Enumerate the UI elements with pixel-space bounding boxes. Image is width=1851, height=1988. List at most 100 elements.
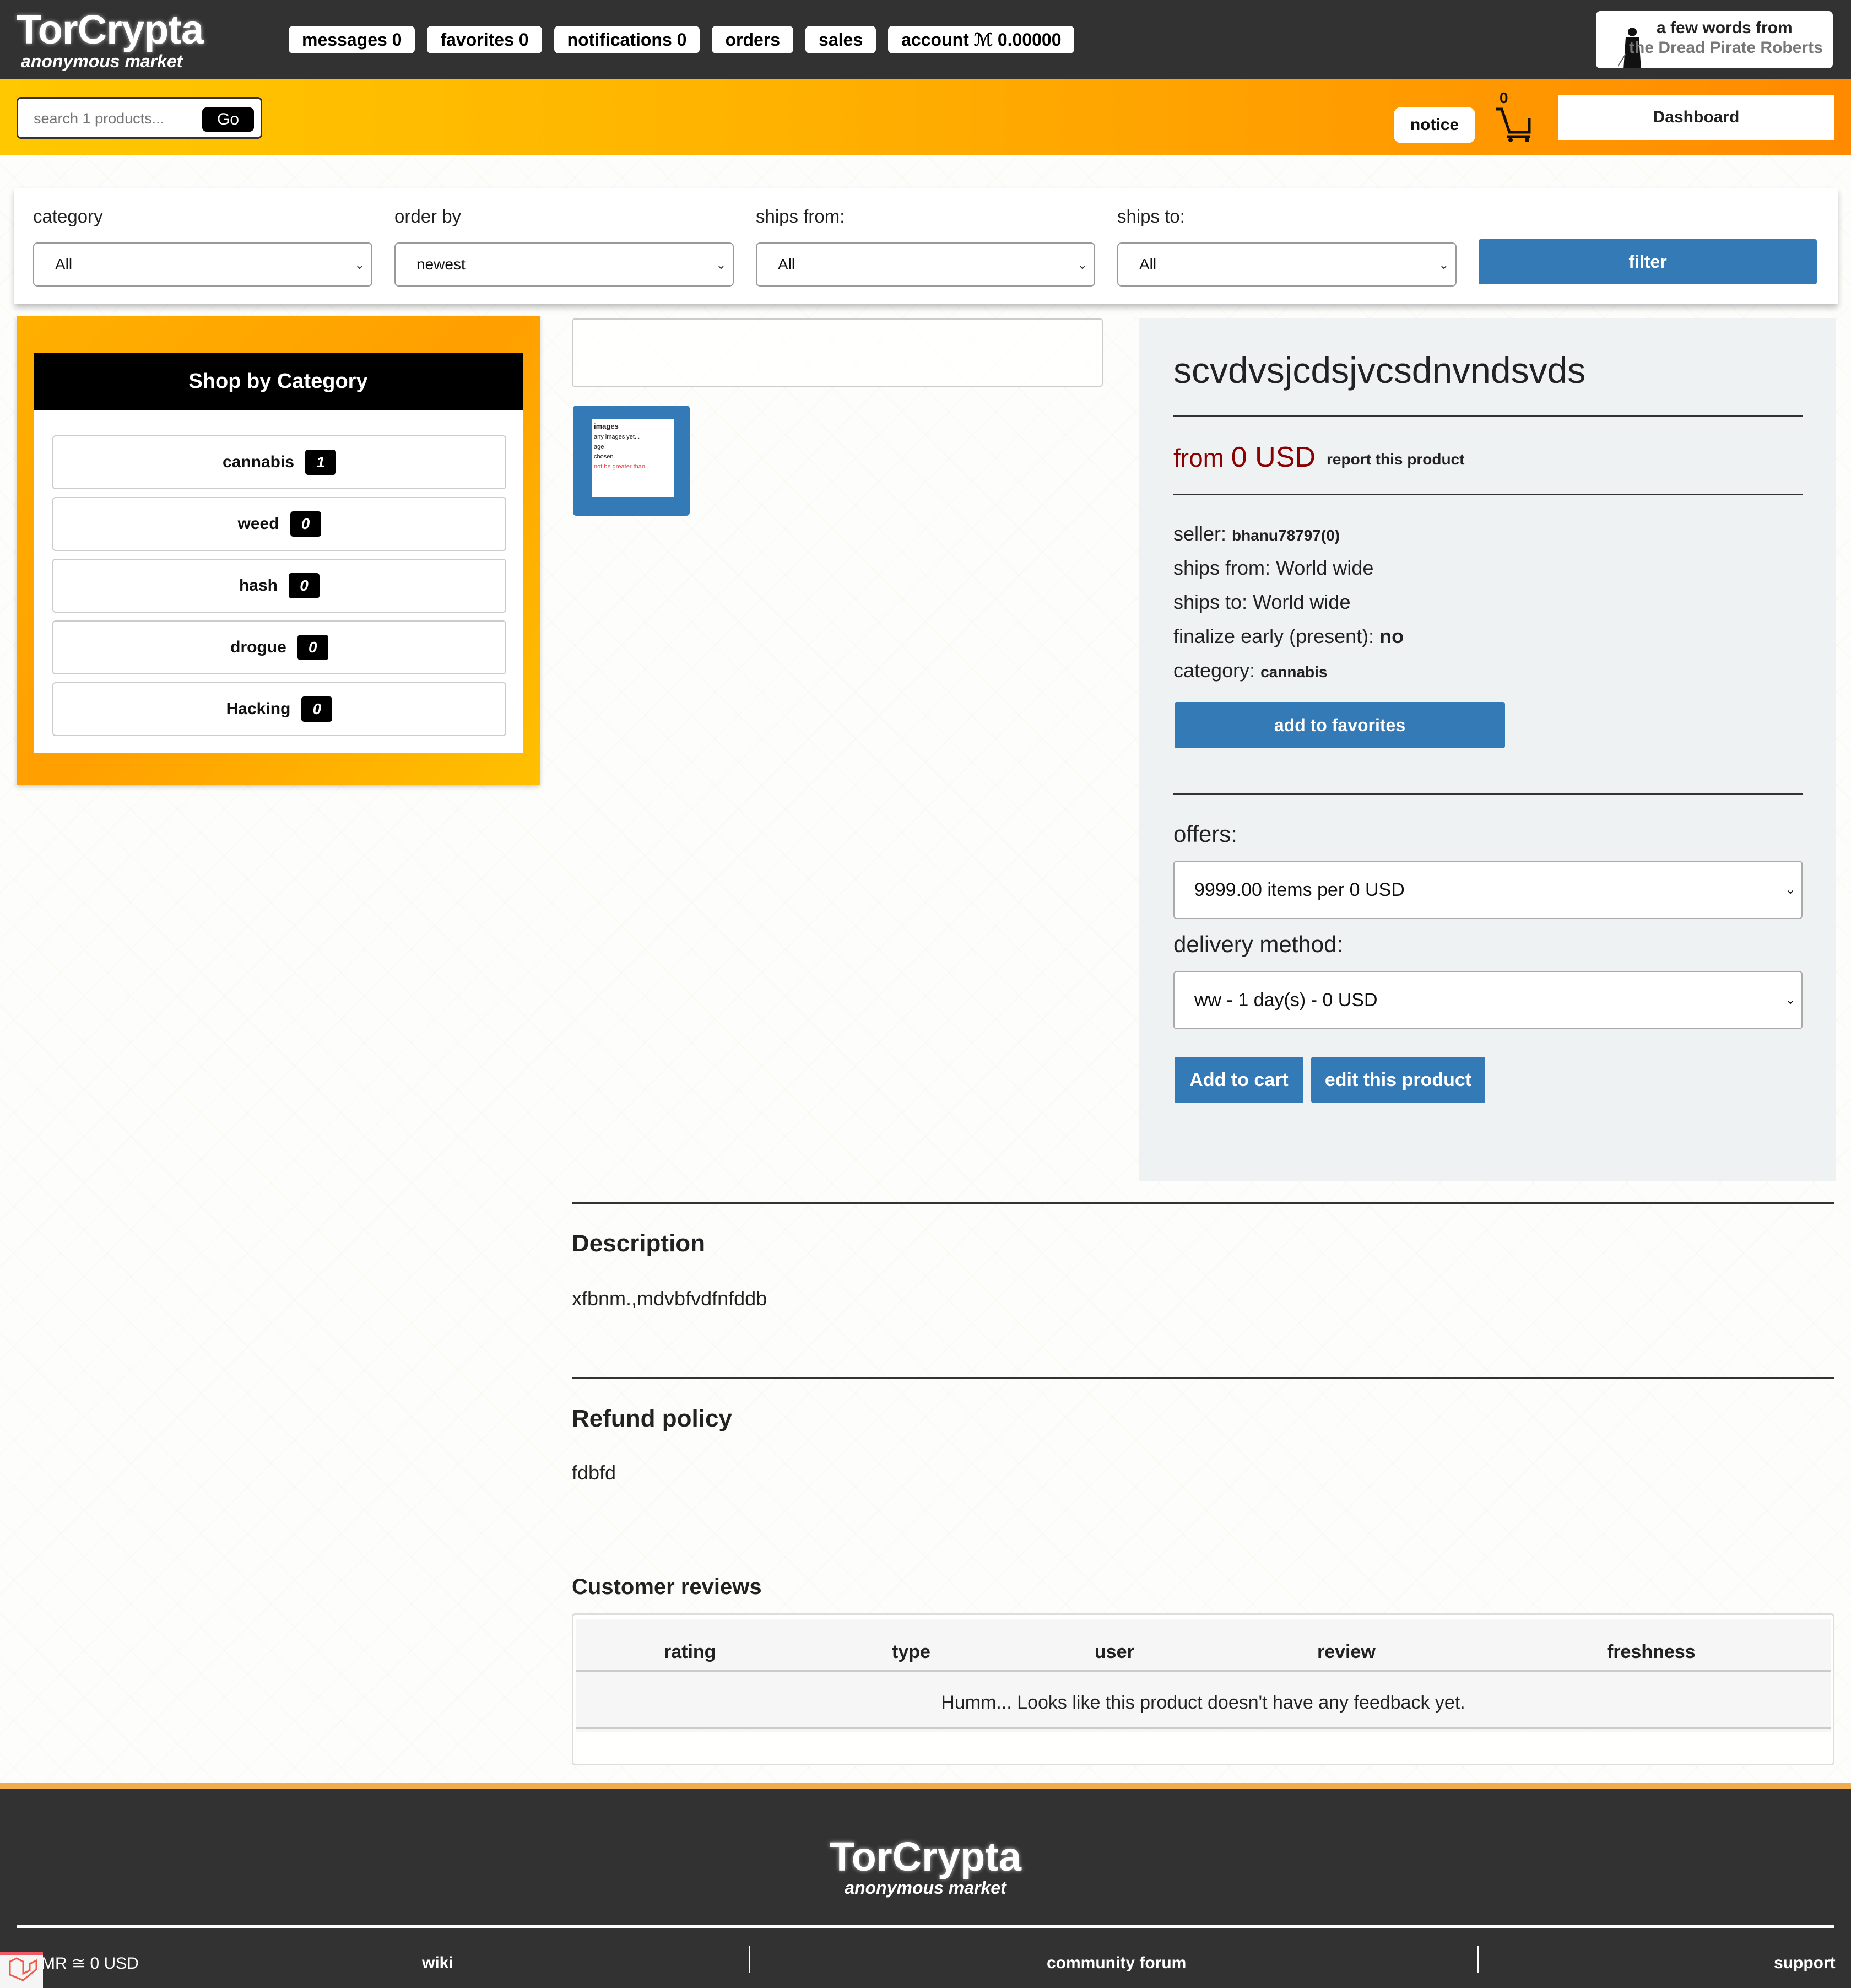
chevron-down-icon: ⌄ xyxy=(1438,258,1449,272)
nav-sales[interactable]: sales xyxy=(805,26,876,53)
category-select[interactable]: All ⌄ xyxy=(33,242,372,287)
add-to-cart-button[interactable]: Add to cart xyxy=(1175,1057,1303,1103)
reviews-table: rating type user review freshness Humm..… xyxy=(572,1613,1834,1765)
footer-separator xyxy=(1477,1946,1479,1973)
category-label: category: xyxy=(1173,659,1261,682)
category-count-badge: 0 xyxy=(290,511,321,537)
chevron-down-icon: ⌄ xyxy=(1077,258,1087,272)
footer-link-wiki[interactable]: wiki xyxy=(422,1954,453,1973)
description-heading: Description xyxy=(572,1230,706,1257)
dpr-line1: a few words from xyxy=(1657,19,1793,37)
seller-label: seller: xyxy=(1173,522,1232,545)
order-by-select-value: newest xyxy=(416,256,466,273)
top-bar: TorCrypta anonymous market messages 0 fa… xyxy=(0,0,1851,79)
product-price: from 0 USD xyxy=(1173,441,1316,474)
dpr-line2: the Dread Pirate Roberts xyxy=(1629,39,1823,57)
ships-to-select-value: All xyxy=(1139,256,1157,273)
offers-select[interactable]: 9999.00 items per 0 USD ⌄ xyxy=(1173,861,1803,919)
edit-product-button[interactable]: edit this product xyxy=(1311,1057,1485,1103)
nav-messages[interactable]: messages 0 xyxy=(289,26,415,53)
category-item-weed[interactable]: weed 0 xyxy=(52,497,506,551)
category-name: weed xyxy=(237,515,279,533)
thumb-line: any images yet... xyxy=(594,434,640,440)
reviews-table-body: rating type user review freshness Humm..… xyxy=(576,1619,1831,1732)
delivery-method-select[interactable]: ww - 1 day(s) - 0 USD ⌄ xyxy=(1173,971,1803,1029)
divider xyxy=(572,1377,1834,1379)
dread-pirate-roberts-link[interactable]: a few words from the Dread Pirate Robert… xyxy=(1596,11,1833,68)
reviews-empty-message: Humm... Looks like this product doesn't … xyxy=(941,1692,1465,1713)
top-nav: messages 0 favorites 0 notifications 0 o… xyxy=(289,26,1075,53)
category-item-hash[interactable]: hash 0 xyxy=(52,559,506,613)
category-name: hash xyxy=(239,576,278,595)
product-thumbnail[interactable]: images any images yet... age chosen not … xyxy=(573,406,690,516)
laravel-debug-badge[interactable] xyxy=(0,1952,43,1988)
filter-ships-from: ships from: All ⌄ xyxy=(756,206,1095,287)
logo-brand: TorCrypta xyxy=(17,7,204,52)
thumb-line: age xyxy=(594,444,604,450)
divider xyxy=(1173,494,1803,495)
footer-link-community-forum[interactable]: community forum xyxy=(1047,1954,1186,1973)
category-value[interactable]: cannabis xyxy=(1260,663,1327,680)
report-product-link[interactable]: report this product xyxy=(1327,451,1464,468)
footer-link-support[interactable]: support xyxy=(1774,1954,1836,1973)
seller-link[interactable]: bhanu78797(0) xyxy=(1232,527,1340,544)
cart-icon[interactable] xyxy=(1494,106,1536,142)
filter-order-by-label: order by xyxy=(394,206,462,226)
category-name: cannabis xyxy=(222,453,295,471)
logo-tagline: anonymous market xyxy=(21,51,183,71)
add-to-favorites-button[interactable]: add to favorites xyxy=(1175,702,1505,748)
footer-divider xyxy=(17,1925,1834,1928)
col-user: user xyxy=(1095,1641,1134,1662)
order-by-select[interactable]: newest ⌄ xyxy=(394,242,734,287)
nav-notifications[interactable]: notifications 0 xyxy=(554,26,700,53)
reviews-heading: Customer reviews xyxy=(572,1575,762,1599)
category-count-badge: 0 xyxy=(289,573,320,598)
chevron-down-icon: ⌄ xyxy=(1784,882,1796,897)
finalize-label: finalize early (present): xyxy=(1173,625,1380,647)
thumb-line: chosen xyxy=(594,453,614,460)
nav-favorites[interactable]: favorites 0 xyxy=(427,26,542,53)
category-name: drogue xyxy=(230,638,286,656)
ships-from-select-value: All xyxy=(778,256,795,273)
category-item-drogue[interactable]: drogue 0 xyxy=(52,620,506,674)
category-heading: Shop by Category xyxy=(34,353,523,410)
cart-count: 0 xyxy=(1500,89,1508,106)
product-info-panel: scvdvsjcdsjvcsdnvndsvds from 0 USD repor… xyxy=(1139,318,1836,1181)
description-text: xfbnm.,mdvbfvdfnfddb xyxy=(572,1287,767,1310)
price-prefix: from xyxy=(1173,444,1231,472)
ships-to-select[interactable]: All ⌄ xyxy=(1117,242,1457,287)
filter-ships-from-label: ships from: xyxy=(756,206,845,226)
delivery-select-value: ww - 1 day(s) - 0 USD xyxy=(1194,989,1378,1011)
thumb-line: not be greater than xyxy=(594,463,645,470)
chevron-down-icon: ⌄ xyxy=(1784,992,1796,1007)
logo[interactable]: TorCrypta anonymous market xyxy=(17,7,204,71)
category-sidebar: Shop by Category cannabis 1 weed 0 hash … xyxy=(17,316,540,785)
nav-account[interactable]: account ℳ 0.00000 xyxy=(888,26,1075,53)
dashboard-button[interactable]: Dashboard xyxy=(1558,95,1834,140)
delivery-method-label: delivery method: xyxy=(1173,931,1344,957)
footer-logo: TorCrypta anonymous market xyxy=(0,1836,1851,1898)
nav-orders[interactable]: orders xyxy=(712,26,794,53)
seller-row: seller: bhanu78797(0) xyxy=(1173,522,1340,545)
product-main-image xyxy=(572,318,1103,387)
search-go-button[interactable]: Go xyxy=(202,107,254,132)
category-list: Shop by Category cannabis 1 weed 0 hash … xyxy=(34,353,523,753)
divider xyxy=(1173,793,1803,795)
ships-from-select[interactable]: All ⌄ xyxy=(756,242,1095,287)
chevron-down-icon: ⌄ xyxy=(354,258,365,272)
category-count-badge: 0 xyxy=(297,635,328,660)
category-item-hacking[interactable]: Hacking 0 xyxy=(52,682,506,736)
search-box: Go xyxy=(17,97,262,139)
sub-header: Go notice 0 Dashboard xyxy=(0,79,1851,155)
finalize-early-row: finalize early (present): no xyxy=(1173,625,1404,648)
notice-button[interactable]: notice xyxy=(1394,107,1475,143)
filter-button[interactable]: filter xyxy=(1479,239,1817,284)
category-item-cannabis[interactable]: cannabis 1 xyxy=(52,435,506,489)
col-rating: rating xyxy=(664,1641,716,1662)
divider xyxy=(1173,415,1803,417)
search-input[interactable] xyxy=(34,109,188,128)
table-divider xyxy=(576,1727,1831,1729)
filter-category-label: category xyxy=(33,206,103,226)
col-review: review xyxy=(1317,1641,1376,1662)
category-count-badge: 1 xyxy=(305,450,337,475)
